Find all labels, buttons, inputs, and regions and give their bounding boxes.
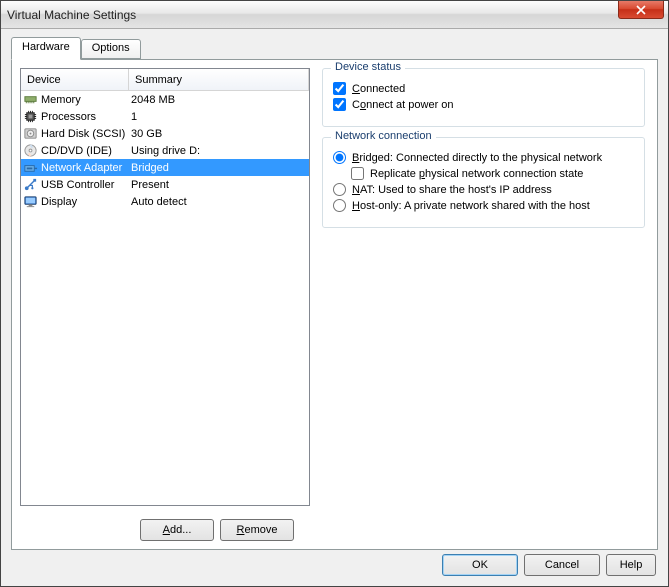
col-device[interactable]: Device	[21, 69, 129, 90]
device-cell: CD/DVD (IDE)	[21, 143, 129, 158]
tabs: Hardware Options Device Summary Memory 20…	[11, 37, 658, 550]
summary-cell: Auto detect	[129, 196, 309, 208]
summary-cell: 30 GB	[129, 128, 309, 140]
device-detail-panel: Device status Connected Connect at power…	[318, 68, 649, 506]
device-list-header: Device Summary	[21, 69, 309, 91]
window-title: Virtual Machine Settings	[7, 8, 136, 22]
device-status-legend: Device status	[331, 61, 405, 73]
connect-at-poweron-checkbox[interactable]	[333, 98, 346, 111]
titlebar[interactable]: Virtual Machine Settings	[1, 1, 668, 29]
replicate-checkbox[interactable]	[351, 167, 364, 180]
device-name: Processors	[41, 111, 96, 123]
usb-icon	[23, 177, 38, 192]
summary-cell: Present	[129, 179, 309, 191]
col-summary[interactable]: Summary	[129, 69, 309, 90]
table-row[interactable]: Network Adapter Bridged	[21, 159, 309, 176]
tab-body: Device Summary Memory2048 MBProcessors1H…	[11, 59, 658, 550]
tab-headers: Hardware Options	[11, 37, 658, 59]
replicate-label[interactable]: Replicate physical network connection st…	[370, 168, 583, 180]
nat-radio[interactable]	[333, 183, 346, 196]
connected-label[interactable]: Connected	[352, 83, 405, 95]
content-area: Hardware Options Device Summary Memory 20…	[1, 29, 668, 586]
hostonly-radio[interactable]	[333, 199, 346, 212]
device-cell: Network Adapter	[21, 160, 129, 175]
tab-hardware[interactable]: Hardware	[11, 37, 81, 60]
device-status-group: Device status Connected Connect at power…	[322, 68, 645, 127]
summary-cell: Bridged	[129, 162, 309, 174]
cancel-button[interactable]: Cancel	[524, 554, 600, 576]
device-name: Hard Disk (SCSI)	[41, 128, 125, 140]
disk-icon	[23, 126, 38, 141]
network-connection-legend: Network connection	[331, 130, 436, 142]
close-button[interactable]	[618, 1, 664, 19]
device-name: CD/DVD (IDE)	[41, 145, 112, 157]
connected-checkbox[interactable]	[333, 82, 346, 95]
device-buttons: Add... Remove	[140, 519, 294, 541]
table-row[interactable]: Memory 2048 MB	[21, 91, 309, 108]
summary-cell: 2048 MB	[129, 94, 309, 106]
net-icon	[23, 160, 38, 175]
cpu-icon	[23, 109, 38, 124]
summary-cell: 1	[129, 111, 309, 123]
remove-button[interactable]: Remove	[220, 519, 294, 541]
bridged-label[interactable]: Bridged: Connected directly to the physi…	[352, 152, 602, 164]
device-cell: USB Controller	[21, 177, 129, 192]
device-cell: Hard Disk (SCSI)	[21, 126, 129, 141]
tab-options[interactable]: Options	[81, 39, 141, 59]
device-name: Network Adapter	[41, 162, 122, 174]
ok-button[interactable]: OK	[442, 554, 518, 576]
summary-cell: Using drive D:	[129, 145, 309, 157]
table-row[interactable]: Processors 1	[21, 108, 309, 125]
table-row[interactable]: Display Auto detect	[21, 193, 309, 210]
nat-label[interactable]: NAT: Used to share the host's IP address	[352, 184, 552, 196]
close-icon	[636, 5, 646, 15]
table-row[interactable]: USB Controller Present	[21, 176, 309, 193]
device-cell: Processors	[21, 109, 129, 124]
device-name: USB Controller	[41, 179, 114, 191]
device-name: Memory	[41, 94, 81, 106]
help-button[interactable]: Help	[606, 554, 656, 576]
dialog-footer: OK Cancel Help	[442, 554, 656, 576]
hostonly-label[interactable]: Host-only: A private network shared with…	[352, 200, 590, 212]
device-name: Display	[41, 196, 77, 208]
table-row[interactable]: CD/DVD (IDE) Using drive D:	[21, 142, 309, 159]
vm-settings-window: Virtual Machine Settings Hardware Option…	[0, 0, 669, 587]
device-cell: Display	[21, 194, 129, 209]
device-cell: Memory	[21, 92, 129, 107]
table-row[interactable]: Hard Disk (SCSI) 30 GB	[21, 125, 309, 142]
memory-icon	[23, 92, 38, 107]
connect-at-poweron-label[interactable]: Connect at power on	[352, 99, 454, 111]
cd-icon	[23, 143, 38, 158]
network-connection-group: Network connection Bridged: Connected di…	[322, 137, 645, 228]
device-list[interactable]: Device Summary Memory2048 MBProcessors1H…	[20, 68, 310, 506]
add-button[interactable]: Add...	[140, 519, 214, 541]
bridged-radio[interactable]	[333, 151, 346, 164]
display-icon	[23, 194, 38, 209]
